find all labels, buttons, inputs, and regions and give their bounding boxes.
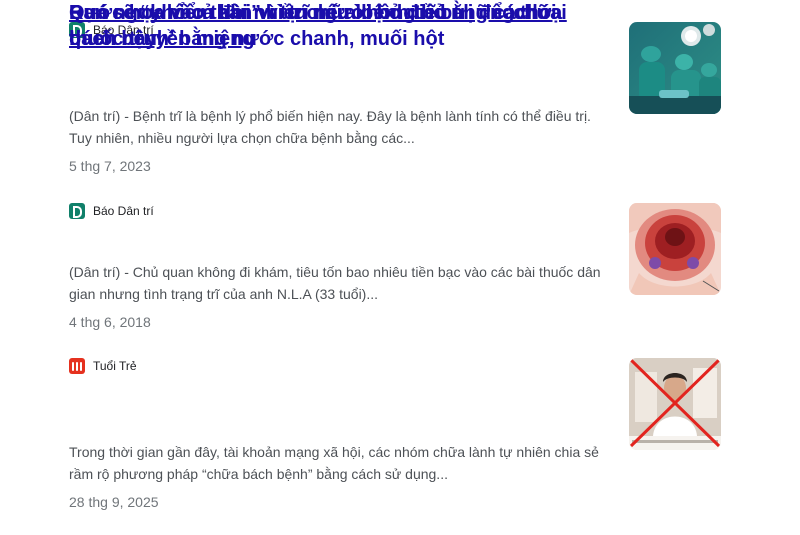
result-thumbnail[interactable] (629, 203, 721, 295)
tuoi-tre-logo-bar (76, 362, 78, 371)
result-snippet: (Dân trí) - Chủ quan không đi khám, tiêu… (69, 264, 601, 302)
result-date: 28 thg 9, 2025 (69, 494, 159, 510)
surgery-photo (629, 22, 721, 114)
result-snippet: Trong thời gian gần đây, tài khoản mạng … (69, 444, 599, 482)
result-title-link[interactable]: Quá nguy hiểm khi nhiều người bỏ điều tr… (69, 0, 609, 52)
result-date: 4 thg 6, 2018 (69, 314, 151, 330)
result-thumbnail[interactable] (629, 358, 721, 450)
source-name: Tuổi Trẻ (93, 359, 137, 373)
result-source[interactable]: Báo Dân trí (69, 201, 154, 221)
dan-tri-logo-icon (69, 203, 85, 219)
tuoi-tre-logo-bar (72, 362, 74, 371)
tuoi-tre-logo-icon (69, 358, 85, 374)
crossed-out-video-screenshot (629, 358, 721, 450)
result-date: 5 thg 7, 2023 (69, 158, 151, 174)
hemorrhoid-illustration (629, 203, 721, 295)
result-thumbnail[interactable] (629, 22, 721, 114)
result-snippet: (Dân trí) - Bệnh trĩ là bệnh lý phổ biến… (69, 108, 591, 146)
tuoi-tre-logo-bar (80, 362, 82, 371)
result-source[interactable]: Tuổi Trẻ (69, 356, 137, 376)
source-name: Báo Dân trí (93, 204, 154, 218)
